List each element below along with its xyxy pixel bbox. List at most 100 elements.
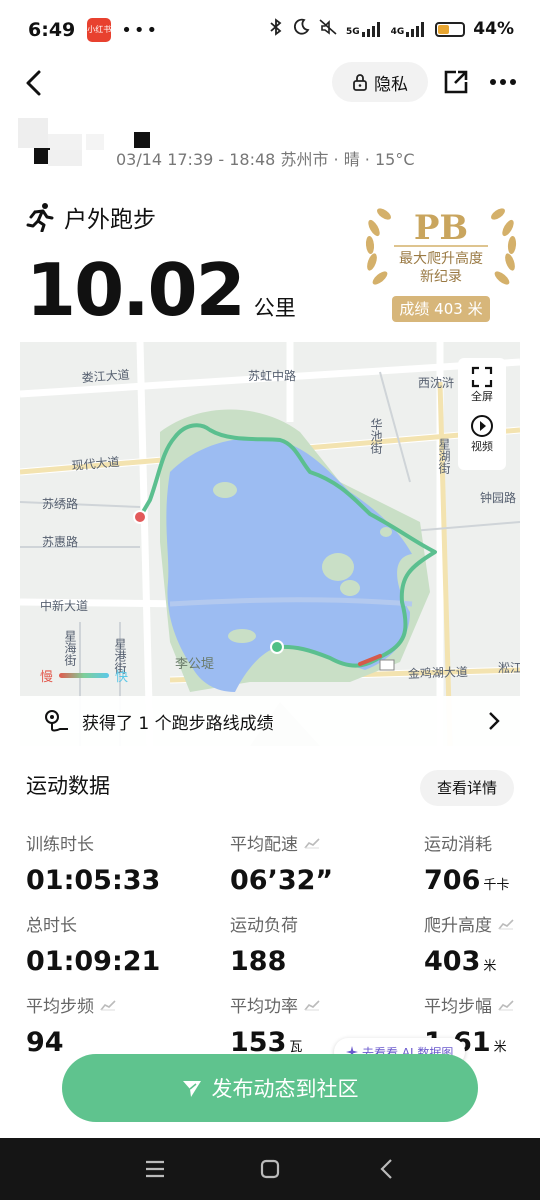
- share-icon: [444, 70, 468, 94]
- stat-training-load: 运动负荷 188: [230, 911, 298, 977]
- network-label-5g: 5G: [345, 27, 360, 37]
- network-label-4g: 4G: [390, 27, 405, 37]
- stat-unit: 米: [483, 959, 497, 974]
- battery-icon: [435, 21, 466, 37]
- mosaic-block: [86, 134, 104, 150]
- view-details-button[interactable]: 查看详情: [420, 770, 514, 806]
- map-label-xinghai: 星海街: [63, 630, 77, 666]
- app-notification-icon: 小红书: [87, 18, 112, 42]
- stat-avg-power[interactable]: 平均功率 153 瓦: [230, 992, 320, 1058]
- send-icon: [182, 1081, 201, 1097]
- video-button[interactable]: 视频: [470, 414, 494, 454]
- stat-label: 平均步幅: [424, 997, 492, 1017]
- stat-calories: 运动消耗 706 千卡: [424, 830, 509, 896]
- back-icon: [380, 1159, 392, 1179]
- map-label-xishen: 西沈浒: [418, 375, 454, 390]
- stat-label: 训练时长: [26, 835, 94, 855]
- battery-fill: [438, 24, 449, 34]
- route-achievement-banner[interactable]: 获得了 1 个跑步路线成绩: [20, 696, 520, 746]
- distance-unit: 公里: [253, 296, 296, 320]
- status-time: 6:49: [28, 19, 76, 41]
- fullscreen-button[interactable]: 全屏: [471, 366, 493, 404]
- stat-label: 总时长: [26, 916, 77, 936]
- activity-type-label: 户外跑步: [64, 207, 156, 233]
- map-label-huachi: 华池街: [369, 418, 383, 454]
- stat-label: 平均配速: [230, 835, 298, 855]
- stat-value: 188: [230, 946, 287, 977]
- stat-unit: 千卡: [483, 878, 510, 893]
- stat-unit: 米: [493, 1040, 507, 1055]
- stat-total-duration: 总时长 01:09:21: [26, 911, 160, 977]
- publish-to-community-button[interactable]: 发布动态到社区: [62, 1054, 478, 1122]
- trend-chart-icon: [498, 999, 514, 1010]
- fullscreen-icon: [471, 366, 493, 388]
- map-label-suxiu: 苏绣路: [42, 496, 78, 511]
- stat-label: 平均步频: [26, 997, 94, 1017]
- stat-label: 平均功率: [230, 997, 298, 1017]
- more-dots-icon: [490, 79, 516, 85]
- stat-avg-pace[interactable]: 平均配速 06’32”: [230, 830, 333, 896]
- pb-title: PB: [413, 208, 469, 248]
- route-map[interactable]: 娄江大道 苏虹中路 西沈浒 现代大道 苏绣路 苏惠路 中新大道 钟园路 李公堤 …: [20, 342, 520, 746]
- route-pin-icon: [45, 710, 68, 732]
- trend-chart-icon: [498, 918, 514, 929]
- map-label-xinghu: 星湖街: [437, 438, 451, 474]
- pace-legend: 慢 快: [40, 666, 128, 685]
- distance: 10.02 公里: [26, 248, 296, 332]
- map-label-xiandai: 现代大道: [71, 455, 120, 473]
- stat-label: 运动负荷: [230, 916, 298, 936]
- map-label-suhui: 苏惠路: [42, 534, 78, 549]
- mosaic-block: [48, 134, 82, 150]
- distance-value: 10.02: [26, 248, 246, 332]
- map-label-songjiang: 娄江大道: [81, 367, 130, 385]
- activity-type: 户外跑步: [26, 200, 156, 234]
- moon-icon: [292, 18, 310, 40]
- pb-desc-line2: 新纪录: [420, 269, 462, 285]
- share-button[interactable]: [442, 68, 470, 96]
- runner-icon: [26, 203, 54, 232]
- map-label-zhongji: 钟园路: [480, 490, 516, 505]
- mosaic-block: [18, 118, 48, 148]
- stat-value: 94: [26, 1027, 64, 1058]
- stat-label: 运动消耗: [424, 835, 492, 855]
- pb-badge[interactable]: PB 最大爬升高度 新纪录 成绩 403 米: [358, 200, 524, 326]
- map-label-suhong: 苏虹中路: [248, 368, 296, 383]
- stat-value: 01:05:33: [26, 865, 161, 896]
- legend-fast: 快: [115, 670, 129, 685]
- session-info: 03/14 17:39 - 18:48 苏州市 · 晴 · 15°C: [116, 150, 415, 169]
- stat-elevation-gain[interactable]: 爬升高度 403 米: [424, 911, 514, 977]
- mosaic-block: [48, 150, 82, 166]
- stat-value: 403: [424, 946, 481, 977]
- system-back-button[interactable]: [374, 1156, 400, 1182]
- system-nav-bar: [0, 1138, 540, 1200]
- status-bar: 6:49 小红书 ••• 5G 4G 44%: [0, 0, 540, 60]
- map-canvas: 娄江大道 苏虹中路 西沈浒 现代大道 苏绣路 苏惠路 中新大道 钟园路 李公堤 …: [20, 342, 520, 746]
- map-label-ligongdi: 李公堤: [175, 657, 214, 672]
- status-icons: 5G 4G 44%: [268, 18, 514, 40]
- publish-label: 发布动态到社区: [211, 1077, 359, 1101]
- signal-4g-icon: 4G: [391, 21, 428, 37]
- stat-value: 06’32”: [230, 865, 334, 896]
- more-button[interactable]: [488, 70, 518, 94]
- map-label-zhongxin: 中新大道: [40, 598, 88, 613]
- lock-icon: [353, 74, 367, 91]
- battery-percent: 44%: [473, 19, 514, 39]
- map-label-jinji: 金鸡湖大道: [408, 664, 469, 681]
- pb-desc-line1: 最大爬升高度: [399, 251, 483, 267]
- home-icon: [260, 1159, 280, 1179]
- map-label-song: 淞江: [498, 661, 520, 675]
- legend-gradient: [59, 673, 110, 678]
- stats-title: 运动数据: [26, 774, 110, 798]
- top-nav: 隐私: [0, 60, 540, 106]
- route-achievement-text: 获得了 1 个跑步路线成绩: [82, 713, 274, 734]
- recent-apps-button[interactable]: [142, 1156, 168, 1182]
- back-arrow-icon: [26, 70, 41, 96]
- trend-chart-icon: [100, 999, 116, 1010]
- fullscreen-label: 全屏: [471, 390, 493, 403]
- signal-5g-icon: 5G: [346, 21, 383, 37]
- back-button[interactable]: [20, 68, 50, 98]
- home-button[interactable]: [257, 1156, 283, 1182]
- privacy-button[interactable]: 隐私: [332, 62, 428, 102]
- privacy-label: 隐私: [374, 74, 408, 95]
- stat-avg-cadence[interactable]: 平均步频 94: [26, 992, 116, 1058]
